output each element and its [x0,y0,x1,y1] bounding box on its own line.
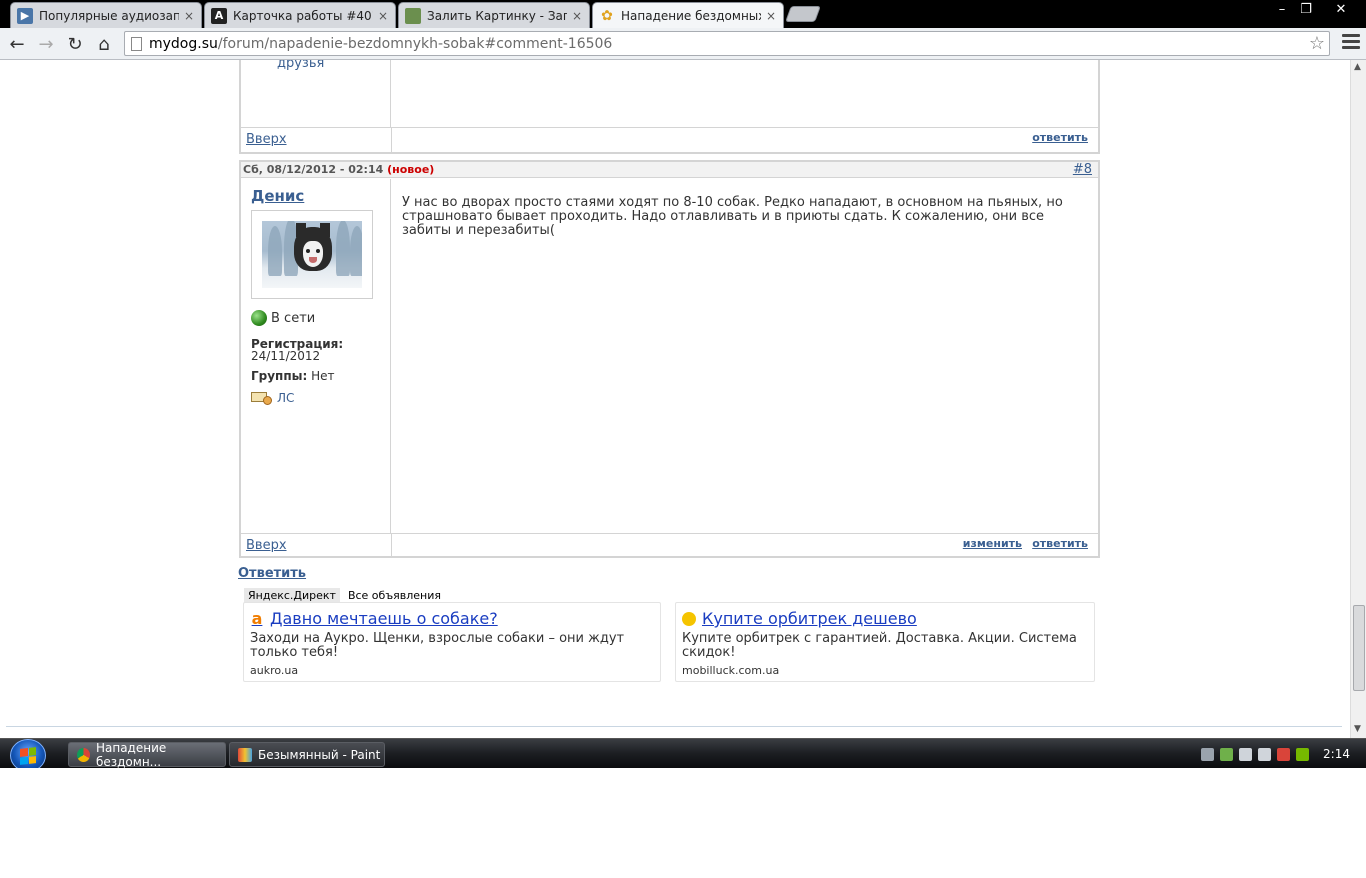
husky-image [294,223,332,271]
tray-usb-icon[interactable] [1239,747,1253,761]
address-bar[interactable]: mydog.su/forum/napadenie-bezdomnykh-soba… [124,31,1330,56]
tab-title: Залить Картинку - Загрузи [427,8,567,23]
aukro-logo-icon: a [251,609,263,628]
groups-info: Группы: Нет [251,369,335,383]
scrollbar-thumb[interactable] [1353,605,1365,691]
windows-logo-icon [20,746,36,765]
browser-tab-strip: ▶ Популярные аудиозаписи × A Карточка ра… [0,0,1366,28]
picture-icon [405,7,421,24]
url-host: mydog.su [149,35,218,52]
ad-title[interactable]: Купите орбитрек дешево [682,609,1088,628]
empty-area [0,768,1366,878]
mobilluck-logo-icon [682,611,696,626]
tray-update-icon[interactable] [1220,747,1234,761]
post-date: Сб, 08/12/2012 - 02:14 [243,163,384,176]
bookmark-star-icon[interactable]: ☆ [1309,33,1325,54]
author-name[interactable]: Денис [251,187,304,205]
page-scrollbar[interactable]: ▲ ▼ [1350,60,1366,738]
registration-info: Регистрация: 24/11/2012 [251,337,344,363]
new-tab-button[interactable] [785,6,821,22]
ad-block-orbitrek[interactable]: Купите орбитрек дешево Купите орбитрек с… [675,602,1095,682]
browser-toolbar: ← → ↻ ⌂ mydog.su/forum/napadenie-bezdomn… [0,28,1366,60]
scroll-down-icon[interactable]: ▼ [1354,724,1361,734]
all-ads-link[interactable]: Все объявления [348,589,441,602]
private-message-link[interactable]: ЛС [251,391,294,405]
reload-icon[interactable]: ↻ [63,32,87,56]
restore-icon[interactable]: ❐ [1292,0,1320,18]
taskbar-item-chrome[interactable]: Нападение бездомн... [68,741,226,769]
system-tray: 2:14 [1195,739,1366,769]
back-to-top-link[interactable]: Вверх [246,132,287,147]
url-path: /forum/napadenie-bezdomnykh-sobak#commen… [217,35,613,52]
ad-block-aukro[interactable]: a Давно мечтаешь о собаке? Заходи на Аук… [243,602,661,682]
chrome-icon [77,747,90,762]
ad-domain: mobilluck.com.ua [682,664,780,677]
reply-button[interactable]: ответить [1032,131,1088,144]
edit-button[interactable]: изменить [963,537,1022,550]
letter-a-icon: A [211,7,227,24]
close-icon[interactable]: × [183,9,195,23]
tab-upload-image[interactable]: Залить Картинку - Загрузи × [398,2,590,28]
tab-title: Нападение бездомных со [621,8,761,23]
close-icon[interactable]: × [377,9,389,23]
ads-header: Яндекс.Директ Все объявления [244,588,441,603]
add-reply-link[interactable]: Ответить [238,566,306,581]
footer-divider [6,726,1342,727]
tab-title: Карточка работы #40166 [233,8,373,23]
envelope-icon [251,391,273,405]
tray-volume-icon[interactable] [1277,747,1291,761]
paw-icon: ✿ [601,7,613,24]
back-icon[interactable]: ← [5,32,29,56]
avatar-frame [251,210,373,299]
online-status: В сети [251,310,315,326]
play-icon: ▶ [17,7,33,24]
tab-title: Популярные аудиозаписи [39,8,179,23]
tray-nvidia-icon[interactable] [1296,747,1310,761]
ad-domain: aukro.ua [250,664,299,677]
avatar[interactable] [262,221,362,288]
post-header: Сб, 08/12/2012 - 02:14 (новое) #8 [241,162,1098,178]
close-icon[interactable]: × [571,9,583,23]
comment-text: У нас во дворах просто стаями ходят по 8… [402,195,1063,238]
back-to-top-link[interactable]: Вверх [246,538,287,553]
paint-icon [238,747,252,762]
friends-link[interactable]: друзья [277,60,324,71]
ads-provider[interactable]: Яндекс.Директ [244,588,340,603]
scroll-up-icon[interactable]: ▲ [1354,62,1361,72]
ad-text: Купите орбитрек с гарантией. Доставка. А… [682,631,1077,660]
taskbar-item-paint[interactable]: Безымянный - Paint [229,742,385,767]
previous-post-footer: Вверх ответить [241,127,1098,152]
comment-permalink[interactable]: #8 [1073,162,1092,177]
tab-audio[interactable]: ▶ Популярные аудиозаписи × [10,2,202,28]
comment-post: Сб, 08/12/2012 - 02:14 (новое) #8 Денис [239,160,1100,558]
tray-app-icon[interactable] [1201,747,1215,761]
previous-post-author-column: друзья [241,60,391,128]
home-icon[interactable]: ⌂ [92,32,116,56]
new-badge: (новое) [387,163,435,176]
page-icon [131,37,142,51]
windows-taskbar: Нападение бездомн... Безымянный - Paint … [0,738,1366,772]
tab-dog-attack[interactable]: ✿ Нападение бездомных со × [592,2,784,28]
window-close-icon[interactable]: ✕ [1326,0,1356,18]
ad-text: Заходи на Аукро. Щенки, взрослые собаки … [250,631,625,660]
taskbar-clock[interactable]: 2:14 [1323,747,1350,761]
forward-icon[interactable]: → [34,32,58,56]
post-footer: Вверх изменить ответить [241,533,1098,558]
tray-network-icon[interactable] [1258,747,1272,761]
menu-icon[interactable] [1342,34,1360,52]
ad-title[interactable]: a Давно мечтаешь о собаке? [250,609,654,628]
tab-work-card[interactable]: A Карточка работы #40166 × [204,2,396,28]
close-icon[interactable]: × [765,9,777,23]
previous-post: друзья Вверх ответить [239,60,1100,154]
reply-button[interactable]: ответить [1032,537,1088,550]
page-viewport: друзья Вверх ответить Сб, 08/12/2012 - 0… [0,60,1350,738]
online-indicator-icon [251,310,267,326]
